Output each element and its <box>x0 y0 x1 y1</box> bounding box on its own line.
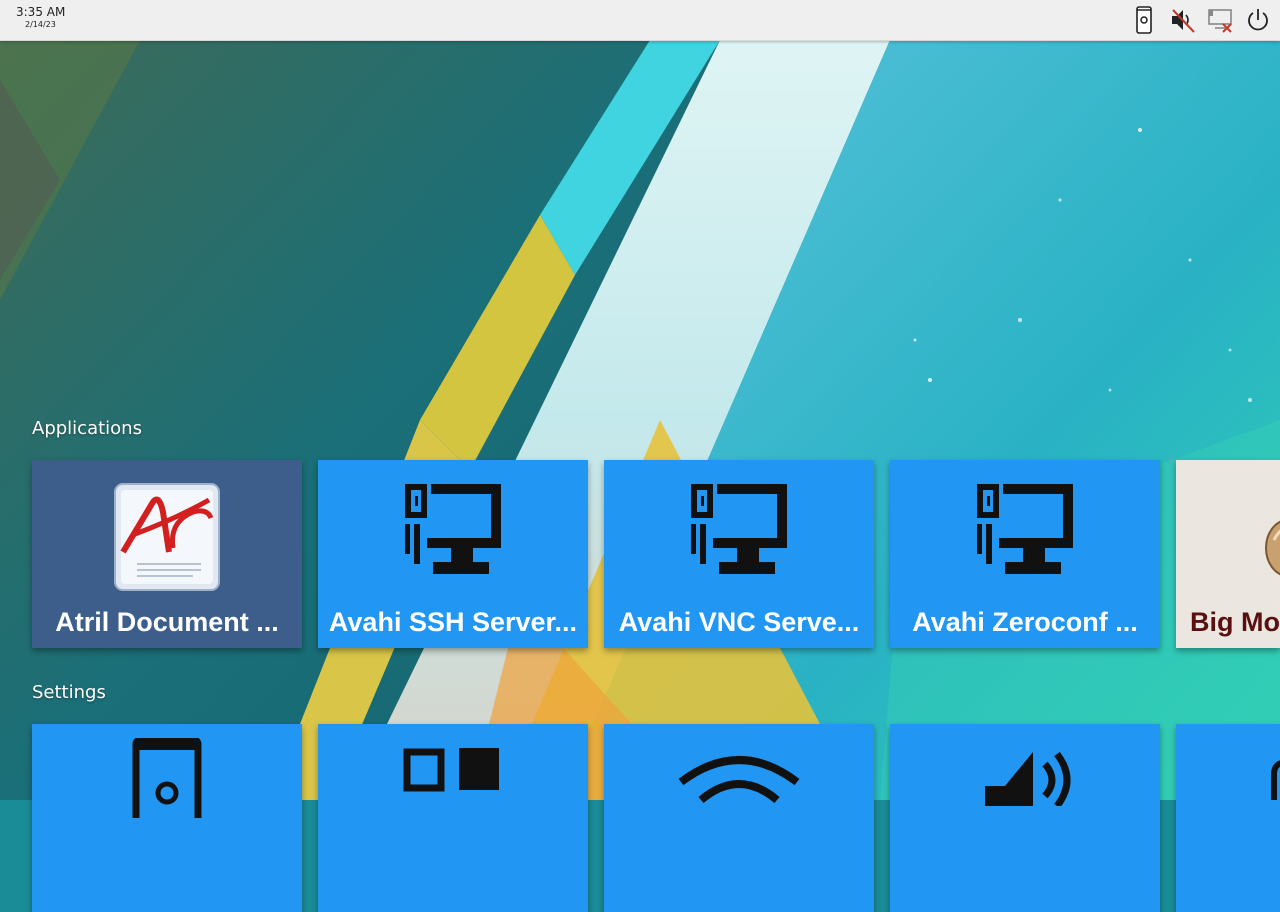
app-tile-label: Big Mo <box>1190 607 1280 637</box>
window-layout-icon <box>403 748 503 796</box>
app-tile-big-mouse[interactable]: Big Mo <box>1176 460 1280 648</box>
app-tile-label: Avahi Zeroconf ... <box>912 607 1138 637</box>
unknown-setting-icon <box>1264 760 1280 804</box>
settings-tile-sound[interactable] <box>890 724 1160 912</box>
clock-time: 3:35 AM <box>16 5 66 19</box>
settings-tile-more[interactable] <box>1176 724 1280 912</box>
network-computer-icon <box>975 482 1075 586</box>
wifi-icon <box>675 748 803 808</box>
atril-document-viewer-icon <box>113 482 221 596</box>
app-tile-label: Avahi SSH Server... <box>328 607 578 637</box>
power-icon[interactable] <box>1244 6 1272 34</box>
phone-settings-icon <box>132 736 202 834</box>
settings-heading: Settings <box>32 682 106 703</box>
app-tile-label: Avahi VNC Serve... <box>618 607 860 637</box>
app-tile-avahi-ssh[interactable]: Avahi SSH Server... <box>318 460 588 648</box>
network-computer-icon <box>689 482 789 586</box>
settings-tile-device[interactable] <box>32 724 302 912</box>
big-mouse-icon <box>1260 516 1280 584</box>
phone-settings-icon[interactable] <box>1130 6 1158 34</box>
network-disconnected-icon[interactable] <box>1206 6 1234 34</box>
system-tray <box>1130 5 1272 35</box>
top-panel: 3:35 AM 2/14/23 <box>0 0 1280 41</box>
volume-muted-icon[interactable] <box>1168 6 1196 34</box>
desktop-wallpaper <box>0 0 1280 800</box>
speaker-icon <box>975 746 1075 810</box>
settings-tile-windows[interactable] <box>318 724 588 912</box>
app-tile-avahi-vnc[interactable]: Avahi VNC Serve... <box>604 460 874 648</box>
app-tile-label: Atril Document ... <box>55 607 279 637</box>
app-tile-atril[interactable]: Atril Document ... <box>32 460 302 648</box>
applications-heading: Applications <box>32 418 142 439</box>
clock[interactable]: 3:35 AM 2/14/23 <box>16 5 65 30</box>
clock-date: 2/14/23 <box>25 20 56 29</box>
network-computer-icon <box>403 482 503 586</box>
settings-tile-wifi[interactable] <box>604 724 874 912</box>
app-tile-avahi-zeroconf[interactable]: Avahi Zeroconf ... <box>890 460 1160 648</box>
